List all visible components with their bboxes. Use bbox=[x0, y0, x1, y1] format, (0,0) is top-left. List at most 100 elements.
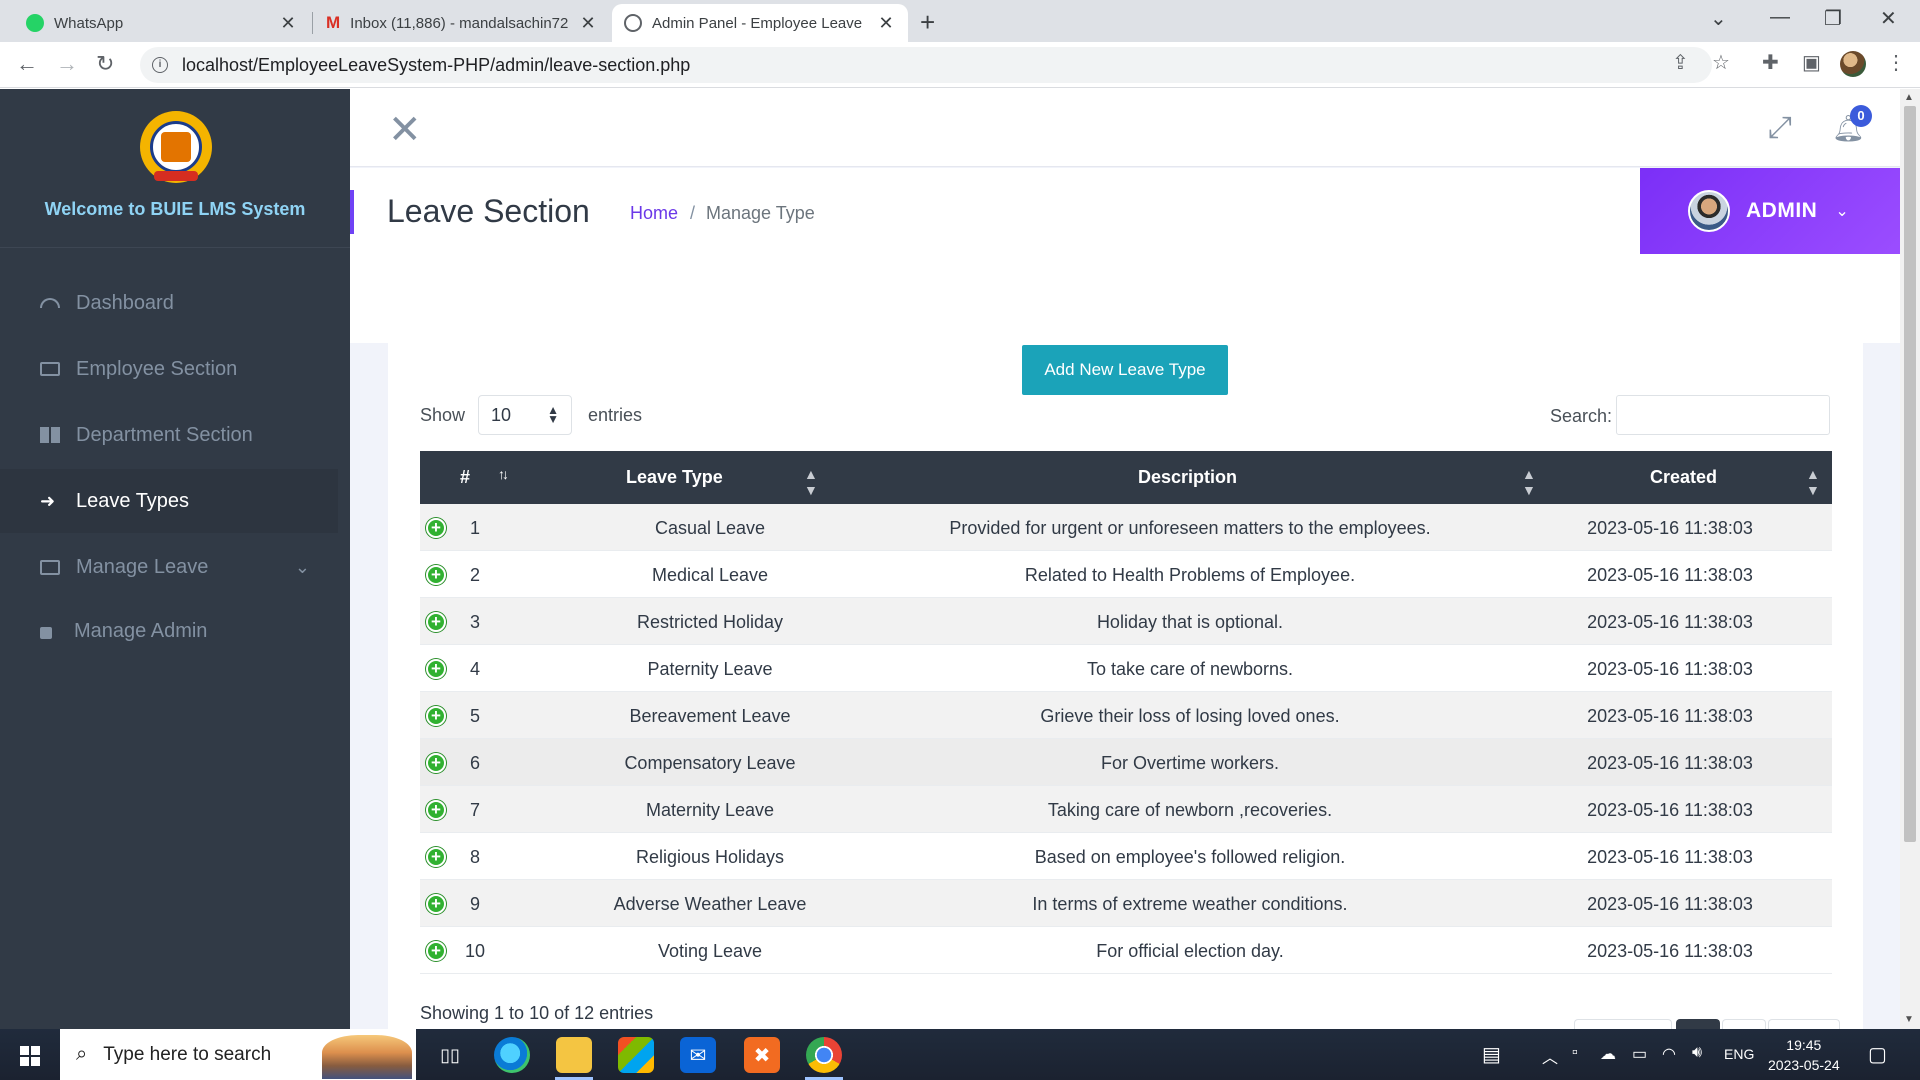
tab-search-chevron-icon[interactable]: ⌄ bbox=[1710, 6, 1727, 31]
cell-description: For official election day. bbox=[1096, 941, 1284, 961]
new-tab-icon[interactable]: + bbox=[920, 7, 935, 38]
scroll-up-icon[interactable]: ▲ bbox=[1904, 92, 1914, 103]
expand-row-icon[interactable]: + bbox=[426, 894, 446, 914]
taskbar-search-placeholder: Type here to search bbox=[103, 1043, 272, 1065]
browser-tab-gmail[interactable]: M Inbox (11,886) - mandalsachin72 ✕ bbox=[314, 4, 610, 42]
cell-number: 3 bbox=[469, 612, 480, 632]
sort-asc-icon[interactable]: ↑↓ bbox=[498, 466, 509, 482]
id-card-icon bbox=[40, 362, 60, 376]
expand-row-icon[interactable]: + bbox=[426, 847, 446, 867]
expand-row-icon[interactable]: + bbox=[426, 706, 446, 726]
show-hidden-icons-chevron-icon[interactable]: ︿ bbox=[1542, 1044, 1558, 1068]
menu-kebab-icon[interactable]: ⋮ bbox=[1886, 50, 1906, 75]
entries-per-page-select[interactable]: 10 ▲ ▼ bbox=[478, 395, 572, 435]
breadcrumb-home-link[interactable]: Home bbox=[630, 203, 678, 224]
search-input[interactable] bbox=[1616, 395, 1830, 435]
sidebar-item-employee-section[interactable]: Employee Section bbox=[0, 337, 338, 401]
news-widget-icon[interactable]: ▤ bbox=[1482, 1042, 1501, 1067]
minimize-icon[interactable]: — bbox=[1770, 6, 1790, 29]
column-header-description[interactable]: Description bbox=[1138, 467, 1237, 488]
cell-leave-type: Casual Leave bbox=[654, 518, 766, 538]
close-tab-icon[interactable]: ✕ bbox=[278, 13, 298, 34]
microsoft-store-icon[interactable] bbox=[618, 1037, 654, 1073]
close-window-icon[interactable]: ✕ bbox=[1880, 6, 1897, 31]
meet-now-icon[interactable]: ▫ bbox=[1572, 1044, 1578, 1062]
task-view-icon[interactable]: ▯▯ bbox=[432, 1037, 468, 1073]
site-info-icon[interactable]: i bbox=[152, 57, 168, 73]
windows-start-icon[interactable] bbox=[20, 1046, 40, 1066]
sidebar-item-manage-admin[interactable]: Manage Admin bbox=[0, 599, 338, 663]
cell-created: 2023-05-16 11:38:03 bbox=[1587, 894, 1753, 914]
close-sidebar-icon[interactable]: ✕ bbox=[388, 107, 422, 153]
scroll-down-icon[interactable]: ▼ bbox=[1904, 1014, 1914, 1025]
gmail-icon: M bbox=[326, 13, 341, 32]
sidebar-item-dashboard[interactable]: Dashboard bbox=[0, 271, 338, 335]
table-row: + 2 Medical Leave Related to Health Prob… bbox=[420, 551, 1832, 598]
expand-row-icon[interactable]: + bbox=[426, 612, 446, 632]
sidebar-item-label: Manage Leave bbox=[76, 555, 209, 578]
column-header-leave-type[interactable]: Leave Type bbox=[626, 467, 723, 488]
side-panel-icon[interactable]: ▣ bbox=[1802, 50, 1821, 75]
cell-number: 9 bbox=[469, 894, 480, 914]
cell-number: 1 bbox=[469, 518, 480, 538]
sidebar-item-leave-types[interactable]: ➜ Leave Types bbox=[0, 469, 338, 533]
wifi-icon[interactable]: ◠ bbox=[1662, 1044, 1676, 1064]
expand-row-icon[interactable]: + bbox=[426, 753, 446, 773]
cell-created: 2023-05-16 11:38:03 bbox=[1587, 753, 1753, 773]
notification-center-icon[interactable]: ▢ bbox=[1868, 1042, 1887, 1067]
cell-number: 2 bbox=[469, 565, 480, 585]
edge-browser-icon[interactable] bbox=[494, 1037, 530, 1073]
title-accent-bar bbox=[350, 190, 354, 234]
onedrive-cloud-icon[interactable]: ☁ bbox=[1600, 1044, 1616, 1064]
expand-row-icon[interactable]: + bbox=[426, 565, 446, 585]
sidebar-item-department-section[interactable]: Department Section bbox=[0, 403, 338, 467]
profile-avatar[interactable] bbox=[1840, 51, 1866, 77]
battery-icon[interactable]: ▭ bbox=[1632, 1044, 1647, 1064]
expand-row-icon[interactable]: + bbox=[426, 659, 446, 679]
expand-row-icon[interactable]: + bbox=[426, 800, 446, 820]
back-icon[interactable]: ← bbox=[16, 51, 38, 77]
bookmark-star-icon[interactable]: ☆ bbox=[1712, 50, 1730, 75]
share-icon[interactable]: ⇪ bbox=[1672, 50, 1689, 75]
fullscreen-icon[interactable]: ⤢ bbox=[1768, 111, 1792, 145]
chrome-icon[interactable] bbox=[806, 1037, 842, 1073]
address-bar[interactable]: i localhost/EmployeeLeaveSystem-PHP/admi… bbox=[140, 47, 1712, 83]
table-row: + 6 Compensatory Leave For Overtime work… bbox=[420, 739, 1832, 786]
sidebar-item-label: Manage Admin bbox=[74, 619, 208, 642]
column-header-created[interactable]: Created bbox=[1650, 467, 1717, 488]
mail-icon[interactable]: ✉ bbox=[680, 1037, 716, 1073]
sort-icon[interactable]: ▲ ▼ bbox=[1522, 466, 1536, 498]
scrollbar-thumb[interactable] bbox=[1904, 106, 1916, 842]
file-explorer-icon[interactable] bbox=[556, 1037, 592, 1073]
close-tab-icon[interactable]: ✕ bbox=[578, 13, 598, 34]
cell-number: 5 bbox=[469, 706, 480, 726]
browser-tab-whatsapp[interactable]: WhatsApp ✕ bbox=[14, 4, 310, 42]
extensions-icon[interactable]: ✚ bbox=[1762, 50, 1779, 75]
cell-description: For Overtime workers. bbox=[1100, 753, 1280, 773]
browser-tab-admin-panel[interactable]: Admin Panel - Employee Leave ✕ bbox=[612, 4, 908, 42]
add-leave-type-button[interactable]: Add New Leave Type bbox=[1022, 345, 1228, 395]
sidebar-item-manage-leave[interactable]: Manage Leave ⌄ bbox=[0, 535, 338, 599]
avatar bbox=[1688, 190, 1730, 232]
sort-icon[interactable]: ▲ ▼ bbox=[1806, 466, 1820, 498]
table-row: + 10 Voting Leave For official election … bbox=[420, 927, 1832, 974]
clock-date: 2023-05-24 bbox=[1768, 1057, 1840, 1073]
admin-user-menu[interactable]: ADMIN ⌄ bbox=[1640, 168, 1900, 254]
restore-icon[interactable]: ❐ bbox=[1824, 6, 1842, 31]
volume-icon[interactable]: 🔊︎ bbox=[1692, 1044, 1702, 1062]
cell-created: 2023-05-16 11:38:03 bbox=[1587, 706, 1753, 726]
reload-icon[interactable]: ↻ bbox=[96, 51, 114, 77]
table-row: + 8 Religious Holidays Based on employee… bbox=[420, 833, 1832, 880]
language-indicator[interactable]: ENG bbox=[1724, 1046, 1754, 1062]
forward-icon[interactable]: → bbox=[56, 51, 78, 77]
sort-icon[interactable]: ▲ ▼ bbox=[804, 466, 818, 498]
expand-row-icon[interactable]: + bbox=[426, 941, 446, 961]
sign-out-icon: ➜ bbox=[40, 491, 56, 511]
xampp-icon[interactable]: ✖ bbox=[744, 1037, 780, 1073]
taskbar-clock[interactable]: 19:45 2023-05-24 bbox=[1768, 1035, 1840, 1075]
cell-created: 2023-05-16 11:38:03 bbox=[1587, 612, 1753, 632]
expand-row-icon[interactable]: + bbox=[426, 518, 446, 538]
column-header-number[interactable]: # bbox=[460, 467, 470, 488]
cell-description: Taking care of newborn ,recoveries. bbox=[1047, 800, 1333, 820]
close-tab-icon[interactable]: ✕ bbox=[876, 13, 896, 34]
